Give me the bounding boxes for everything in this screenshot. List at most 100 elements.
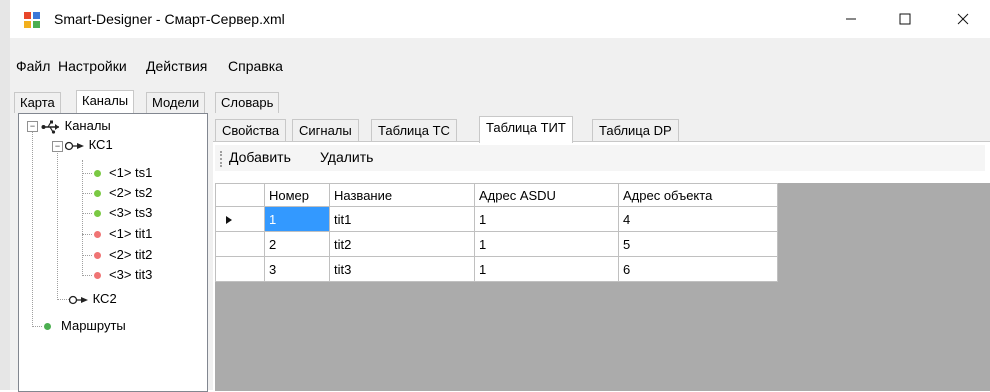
menu-help[interactable]: Справка <box>228 58 283 74</box>
menu-settings[interactable]: Настройки <box>58 58 127 74</box>
tree-item-label: КС1 <box>88 137 113 152</box>
window-title: Smart-Designer - Смарт-Сервер.xml <box>54 11 285 27</box>
tit-table: Номер Название Адрес ASDU Адрес объекта … <box>215 183 778 282</box>
main-tab-strip: Карта Каналы Модели Словарь <box>10 90 990 113</box>
tree-line <box>82 213 92 214</box>
tree-item-label: <3> ts3 <box>109 205 153 220</box>
row-header[interactable] <box>215 256 265 282</box>
table-row[interactable]: 1 tit1 1 4 <box>215 206 778 232</box>
table-cell[interactable]: 4 <box>618 206 778 232</box>
tree-item-routes[interactable]: Маршруты <box>44 317 126 335</box>
toolbar: Добавить Удалить <box>215 145 985 171</box>
title-bar[interactable]: Smart-Designer - Смарт-Сервер.xml <box>10 0 990 38</box>
column-header[interactable]: Адрес объекта <box>618 183 778 207</box>
tree-item-signal[interactable]: <3> ts3 <box>94 204 152 222</box>
collapse-toggle[interactable]: − <box>27 121 38 132</box>
tab-models[interactable]: Модели <box>146 92 206 113</box>
tree-item-label: <1> ts1 <box>109 165 153 180</box>
status-green-icon <box>94 170 101 178</box>
maximize-button[interactable] <box>882 0 928 38</box>
tab-table-dp[interactable]: Таблица DP <box>592 119 679 142</box>
app-window: Smart-Designer - Смарт-Сервер.xml Файл Н… <box>10 0 990 392</box>
usb-icon <box>41 120 59 134</box>
tab-map[interactable]: Карта <box>14 92 61 113</box>
table-cell[interactable]: tit3 <box>329 256 475 282</box>
tree-item-label: <3> tit3 <box>109 267 153 282</box>
minimize-button[interactable] <box>828 0 874 38</box>
tree-item-channel-ks2[interactable]: КС2 <box>68 290 117 308</box>
tab-page-table-tit: Добавить Удалить Номер Название Адрес AS… <box>213 141 990 391</box>
tree-line <box>82 255 92 256</box>
current-row-arrow-icon <box>226 216 232 224</box>
tab-signals[interactable]: Сигналы <box>292 119 359 142</box>
row-header[interactable] <box>215 231 265 257</box>
tree-item-label: <1> tit1 <box>109 226 153 241</box>
connector-icon <box>64 141 84 150</box>
tree-item-signal[interactable]: <2> ts2 <box>94 184 152 202</box>
app-icon <box>24 12 40 28</box>
corner-header[interactable] <box>215 183 265 207</box>
menu-actions[interactable]: Действия <box>146 58 207 74</box>
tree-line <box>57 150 58 300</box>
tree-item-signal[interactable]: <1> ts1 <box>94 164 152 182</box>
tree-item-signal[interactable]: <3> tit3 <box>94 266 152 284</box>
table-cell[interactable]: 1 <box>474 206 619 232</box>
tree-line <box>57 299 69 300</box>
tree-line <box>82 275 92 276</box>
tree-item-signal[interactable]: <1> tit1 <box>94 225 152 243</box>
row-header[interactable] <box>215 206 265 232</box>
tree-item-channel-ks1[interactable]: КС1 <box>64 136 113 154</box>
maximize-icon <box>899 13 911 25</box>
delete-button[interactable]: Удалить <box>320 149 373 165</box>
table-cell[interactable]: 3 <box>264 256 330 282</box>
column-header[interactable]: Адрес ASDU <box>474 183 619 207</box>
status-red-icon <box>94 252 101 260</box>
tree-item-signal[interactable]: <2> tit2 <box>94 246 152 264</box>
table-cell[interactable]: 2 <box>264 231 330 257</box>
table-row[interactable]: 2 tit2 1 5 <box>215 231 778 257</box>
tree-line <box>82 234 92 235</box>
toolbar-grip[interactable] <box>220 151 224 167</box>
tree-item-label: КС2 <box>92 291 117 306</box>
status-green-icon <box>94 190 101 198</box>
status-green-icon <box>94 210 101 218</box>
table-cell[interactable]: 1 <box>264 206 330 232</box>
tree-item-channels-root[interactable]: Каналы <box>41 117 111 135</box>
tree-line <box>82 193 92 194</box>
tree-item-label: Маршруты <box>61 318 126 333</box>
details-panel: Свойства Сигналы Таблица ТС Таблица ТИТ … <box>213 113 990 391</box>
tab-dictionary[interactable]: Словарь <box>215 92 280 113</box>
table-cell[interactable]: 6 <box>618 256 778 282</box>
column-header[interactable]: Номер <box>264 183 330 207</box>
table-row[interactable]: 3 tit3 1 6 <box>215 256 778 282</box>
tab-table-ts[interactable]: Таблица ТС <box>371 119 457 142</box>
close-icon <box>957 13 969 25</box>
status-red-icon <box>94 272 101 280</box>
tree-line <box>32 326 42 327</box>
data-grid[interactable]: Номер Название Адрес ASDU Адрес объекта … <box>215 183 990 391</box>
table-cell[interactable]: 1 <box>474 231 619 257</box>
tree-line <box>82 173 92 174</box>
table-header-row: Номер Название Адрес ASDU Адрес объекта <box>215 183 778 207</box>
column-header[interactable]: Название <box>329 183 475 207</box>
menu-file[interactable]: Файл <box>16 58 50 74</box>
tab-channels[interactable]: Каналы <box>76 90 135 113</box>
table-cell[interactable]: tit1 <box>329 206 475 232</box>
table-cell[interactable]: 5 <box>618 231 778 257</box>
tree-item-label: <2> ts2 <box>109 185 153 200</box>
minimize-icon <box>846 18 856 20</box>
tab-table-tit[interactable]: Таблица ТИТ <box>479 116 573 143</box>
tree-line <box>82 160 83 276</box>
status-red-icon <box>94 231 101 239</box>
panel-splitter[interactable] <box>208 113 212 390</box>
tree-item-label: Каналы <box>64 118 111 133</box>
add-button[interactable]: Добавить <box>229 149 291 165</box>
collapse-toggle[interactable]: − <box>52 141 63 152</box>
table-cell[interactable]: tit2 <box>329 231 475 257</box>
tab-properties[interactable]: Свойства <box>215 119 287 142</box>
tree-line <box>32 131 33 327</box>
menu-bar: Файл Настройки Действия Справка <box>10 56 990 78</box>
close-button[interactable] <box>940 0 986 38</box>
table-cell[interactable]: 1 <box>474 256 619 282</box>
channel-tree[interactable]: − Каналы − КС1 <1> ts1 <2> ts2 <3> ts3 <… <box>18 113 208 392</box>
